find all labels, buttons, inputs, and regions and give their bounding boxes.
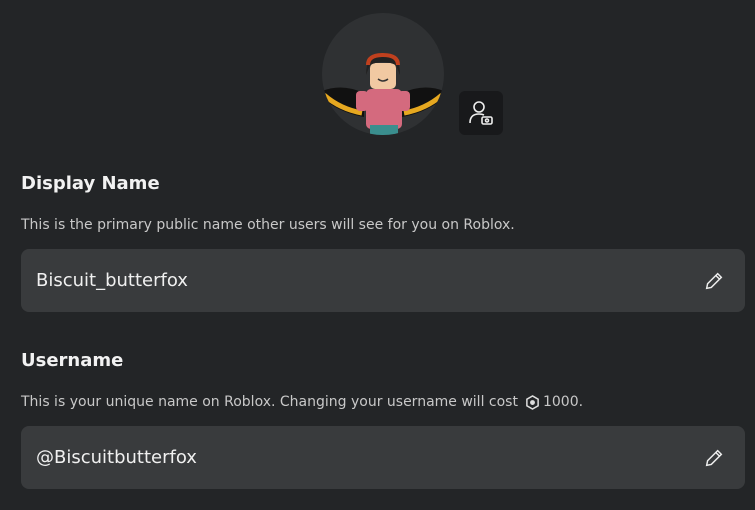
- display-name-description: This is the primary public name other us…: [21, 217, 515, 233]
- username-description: This is your unique name on Roblox. Chan…: [21, 394, 583, 410]
- edit-username-pencil-icon[interactable]: [703, 447, 725, 469]
- username-value: @Biscuitbutterfox: [36, 447, 197, 468]
- username-cost: 1000.: [542, 394, 584, 410]
- robux-icon: [526, 394, 539, 410]
- edit-display-name-pencil-icon[interactable]: [703, 270, 725, 292]
- change-avatar-button[interactable]: [459, 91, 503, 135]
- person-camera-icon: [469, 101, 493, 125]
- username-field[interactable]: @Biscuitbutterfox: [21, 426, 745, 489]
- username-description-text: This is your unique name on Roblox. Chan…: [21, 394, 518, 410]
- display-name-heading: Display Name: [21, 173, 160, 194]
- display-name-field[interactable]: Biscuit_butterfox: [21, 249, 745, 312]
- display-name-value: Biscuit_butterfox: [36, 270, 188, 291]
- username-heading: Username: [21, 350, 124, 371]
- avatar: [322, 13, 444, 135]
